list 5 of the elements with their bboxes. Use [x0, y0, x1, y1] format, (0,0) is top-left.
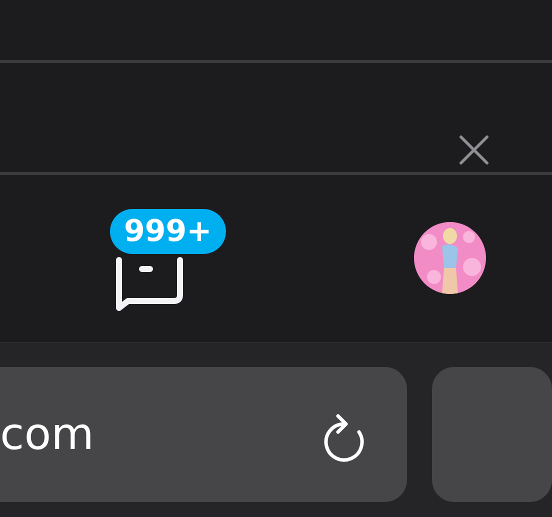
count-badge: 999+	[110, 208, 226, 254]
close-icon[interactable]	[459, 135, 489, 165]
url-text: com	[0, 409, 94, 460]
address-bar[interactable]: com	[0, 367, 407, 502]
message-icon[interactable]	[114, 256, 184, 310]
